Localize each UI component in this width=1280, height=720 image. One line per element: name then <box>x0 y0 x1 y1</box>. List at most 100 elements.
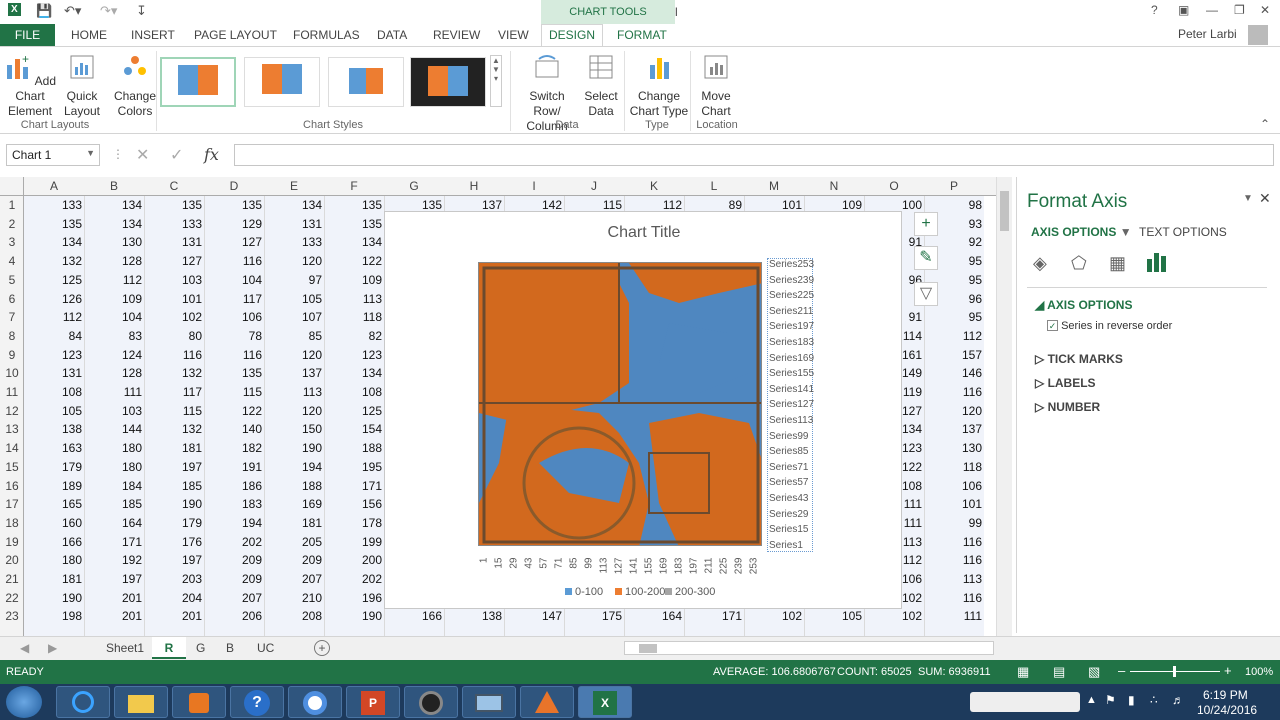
help-support-icon[interactable]: ? <box>230 686 284 718</box>
cell-f2[interactable]: 135 <box>324 217 382 231</box>
column-header-k[interactable]: K <box>624 179 684 193</box>
cell-d4[interactable]: 116 <box>204 254 262 268</box>
cell-c14[interactable]: 181 <box>144 441 202 455</box>
cell-d14[interactable]: 182 <box>204 441 262 455</box>
cell-d18[interactable]: 194 <box>204 516 262 530</box>
column-header-f[interactable]: F <box>324 179 384 193</box>
internet-explorer-icon[interactable] <box>56 686 110 718</box>
camera-app-icon[interactable] <box>404 686 458 718</box>
cell-e11[interactable]: 113 <box>264 385 322 399</box>
cell-p11[interactable]: 116 <box>924 385 982 399</box>
cell-a15[interactable]: 179 <box>24 460 82 474</box>
cell-m23[interactable]: 102 <box>744 609 802 623</box>
section-labels[interactable]: ▷ LABELS <box>1035 376 1096 390</box>
cell-a3[interactable]: 134 <box>24 235 82 249</box>
row-header-22[interactable]: 22 <box>0 591 24 605</box>
tab-page-layout[interactable]: PAGE LAYOUT <box>194 28 277 42</box>
cell-d22[interactable]: 207 <box>204 591 262 605</box>
cell-a7[interactable]: 112 <box>24 310 82 324</box>
minimize-icon[interactable]: — <box>1206 3 1218 17</box>
cell-d2[interactable]: 129 <box>204 217 262 231</box>
chart-title[interactable]: Chart Title <box>385 224 903 242</box>
cell-e18[interactable]: 181 <box>264 516 322 530</box>
cell-b9[interactable]: 124 <box>84 348 142 362</box>
cell-a23[interactable]: 198 <box>24 609 82 623</box>
cell-p21[interactable]: 113 <box>924 572 982 586</box>
cell-e20[interactable]: 209 <box>264 553 322 567</box>
cell-b19[interactable]: 171 <box>84 535 142 549</box>
cell-b15[interactable]: 180 <box>84 460 142 474</box>
column-header-h[interactable]: H <box>444 179 504 193</box>
cell-p7[interactable]: 95 <box>924 310 982 324</box>
cell-p16[interactable]: 106 <box>924 479 982 493</box>
cell-l1[interactable]: 89 <box>684 198 742 212</box>
cell-d15[interactable]: 191 <box>204 460 262 474</box>
cell-e22[interactable]: 210 <box>264 591 322 605</box>
size-properties-icon[interactable]: ▦ <box>1109 253 1126 274</box>
section-tick-marks[interactable]: ▷ TICK MARKS <box>1035 352 1123 366</box>
cell-a2[interactable]: 135 <box>24 217 82 231</box>
cell-f17[interactable]: 156 <box>324 497 382 511</box>
cell-c10[interactable]: 132 <box>144 366 202 380</box>
cell-b7[interactable]: 104 <box>84 310 142 324</box>
collapse-ribbon-icon[interactable]: ⌃ <box>1260 117 1270 131</box>
cell-a6[interactable]: 126 <box>24 292 82 306</box>
row-header-6[interactable]: 6 <box>0 292 24 306</box>
x-axis[interactable]: 1 15 29 43 57 71 85 99 113 127 141 155 169 183 197 211 2… <box>478 548 762 578</box>
cell-b11[interactable]: 111 <box>84 385 142 399</box>
cell-d9[interactable]: 116 <box>204 348 262 362</box>
cell-c1[interactable]: 135 <box>144 198 202 212</box>
cell-b16[interactable]: 184 <box>84 479 142 493</box>
name-box-dropdown-icon[interactable]: ▼ <box>86 148 95 158</box>
network-icon[interactable]: ∴ <box>1150 693 1158 707</box>
powerpoint-icon[interactable]: P <box>346 686 400 718</box>
cell-a12[interactable]: 105 <box>24 404 82 418</box>
cell-a14[interactable]: 163 <box>24 441 82 455</box>
vertical-scrollbar[interactable] <box>996 177 1012 636</box>
horizontal-scroll-thumb[interactable] <box>639 644 657 653</box>
row-header-16[interactable]: 16 <box>0 479 24 493</box>
horizontal-scrollbar[interactable] <box>624 641 994 655</box>
cell-d10[interactable]: 135 <box>204 366 262 380</box>
cell-d5[interactable]: 104 <box>204 273 262 287</box>
row-header-14[interactable]: 14 <box>0 441 24 455</box>
cell-b13[interactable]: 144 <box>84 422 142 436</box>
chart-styles-brush-icon[interactable]: ✎ <box>914 246 938 270</box>
file-explorer-icon[interactable] <box>114 686 168 718</box>
cell-a22[interactable]: 190 <box>24 591 82 605</box>
chart-elements-plus-icon[interactable]: + <box>914 212 938 236</box>
cell-d21[interactable]: 209 <box>204 572 262 586</box>
cell-a20[interactable]: 180 <box>24 553 82 567</box>
tab-insert[interactable]: INSERT <box>131 28 175 42</box>
cell-e14[interactable]: 190 <box>264 441 322 455</box>
cell-j1[interactable]: 115 <box>564 198 622 212</box>
cell-c2[interactable]: 133 <box>144 217 202 231</box>
cell-c7[interactable]: 102 <box>144 310 202 324</box>
formula-input[interactable] <box>234 144 1274 166</box>
cell-b20[interactable]: 192 <box>84 553 142 567</box>
cell-f13[interactable]: 154 <box>324 422 382 436</box>
tab-home[interactable]: HOME <box>71 28 107 42</box>
cell-k1[interactable]: 112 <box>624 198 682 212</box>
window-app-icon[interactable] <box>462 686 516 718</box>
cell-b14[interactable]: 180 <box>84 441 142 455</box>
cell-n1[interactable]: 109 <box>804 198 862 212</box>
column-header-j[interactable]: J <box>564 179 624 193</box>
effects-icon[interactable]: ⬠ <box>1071 253 1087 274</box>
next-sheet-icon[interactable]: ▶ <box>48 641 57 655</box>
status-sum[interactable]: SUM: 6936911 <box>918 666 991 678</box>
cell-e13[interactable]: 150 <box>264 422 322 436</box>
cell-c16[interactable]: 185 <box>144 479 202 493</box>
pane-close-icon[interactable]: ✕ <box>1259 190 1271 207</box>
cell-i23[interactable]: 147 <box>504 609 562 623</box>
zoom-slider-thumb[interactable] <box>1173 666 1176 677</box>
cell-p8[interactable]: 112 <box>924 329 982 343</box>
insert-function-icon[interactable]: fx <box>204 145 219 164</box>
cell-a19[interactable]: 166 <box>24 535 82 549</box>
cell-f8[interactable]: 82 <box>324 329 382 343</box>
cell-d13[interactable]: 140 <box>204 422 262 436</box>
cell-d17[interactable]: 183 <box>204 497 262 511</box>
row-header-23[interactable]: 23 <box>0 609 24 623</box>
cell-c19[interactable]: 176 <box>144 535 202 549</box>
cell-f20[interactable]: 200 <box>324 553 382 567</box>
